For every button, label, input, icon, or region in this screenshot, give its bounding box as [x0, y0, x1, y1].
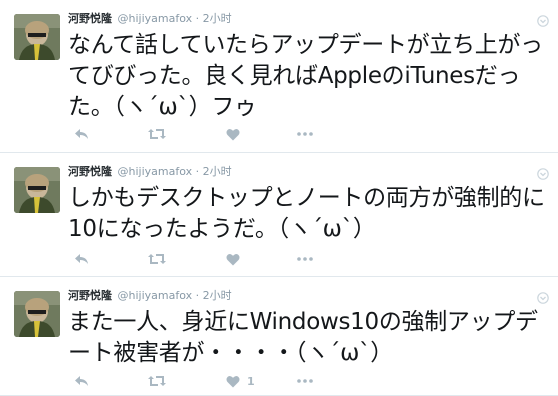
tweet-header: 河野悦隆 @hijiyamafox · 2小时 — [68, 163, 528, 181]
timestamp[interactable]: 2小时 — [203, 165, 232, 178]
retweet-button[interactable] — [147, 371, 167, 391]
retweet-icon — [147, 252, 167, 266]
username[interactable]: @hijiyamafox — [118, 165, 193, 178]
like-count: 1 — [247, 374, 255, 388]
retweet-button[interactable] — [147, 124, 167, 144]
display-name[interactable]: 河野悦隆 — [68, 12, 112, 25]
heart-icon — [226, 253, 240, 266]
timestamp[interactable]: 2小时 — [203, 289, 232, 302]
separator-dot: · — [195, 12, 200, 25]
more-button[interactable] — [297, 371, 313, 391]
tweet[interactable]: 河野悦隆 @hijiyamafox · 2小时 なんて話していたらアップデートが… — [0, 0, 558, 153]
chevron-down-icon[interactable] — [537, 165, 549, 180]
tweet[interactable]: 河野悦隆 @hijiyamafox · 2小时 また一人、身近にWindows1… — [0, 277, 558, 396]
reply-button[interactable] — [74, 371, 90, 391]
chevron-down-icon[interactable] — [537, 12, 549, 27]
display-name[interactable]: 河野悦隆 — [68, 165, 112, 178]
tweet-actions — [68, 124, 368, 144]
tweet-header: 河野悦隆 @hijiyamafox · 2小时 — [68, 10, 528, 28]
tweet-text: また一人、身近にWindows10の強制アップデート被害者が・・・・（ヽ´ω`） — [68, 309, 538, 366]
tweet-text: なんて話していたらアップデートが立ち上がってびびった。良く見ればAppleのiT… — [68, 32, 543, 120]
display-name[interactable]: 河野悦隆 — [68, 289, 112, 302]
tweet-actions — [68, 249, 368, 269]
username[interactable]: @hijiyamafox — [118, 289, 193, 302]
more-dots-icon — [297, 379, 313, 383]
retweet-icon — [147, 127, 167, 141]
avatar[interactable] — [14, 291, 60, 337]
avatar[interactable] — [14, 14, 60, 60]
avatar[interactable] — [14, 167, 60, 213]
separator-dot: · — [195, 165, 200, 178]
timestamp[interactable]: 2小时 — [203, 12, 232, 25]
separator-dot: · — [195, 289, 200, 302]
chevron-down-icon[interactable] — [537, 289, 549, 304]
timeline: 河野悦隆 @hijiyamafox · 2小时 なんて話していたらアップデートが… — [0, 0, 558, 396]
tweet[interactable]: 河野悦隆 @hijiyamafox · 2小时 しかもデスクトップとノートの両方… — [0, 153, 558, 277]
more-dots-icon — [297, 257, 313, 261]
username[interactable]: @hijiyamafox — [118, 12, 193, 25]
tweet-header: 河野悦隆 @hijiyamafox · 2小时 — [68, 287, 528, 305]
reply-button[interactable] — [74, 249, 90, 269]
like-button[interactable] — [226, 249, 247, 269]
heart-icon — [226, 375, 240, 388]
tweet-text: しかもデスクトップとノートの両方が強制的に10になったようだ。（ヽ´ω`） — [68, 185, 545, 242]
reply-icon — [74, 374, 90, 388]
reply-button[interactable] — [74, 124, 90, 144]
reply-icon — [74, 127, 90, 141]
more-button[interactable] — [297, 249, 313, 269]
retweet-icon — [147, 374, 167, 388]
like-button[interactable] — [226, 124, 247, 144]
more-button[interactable] — [297, 124, 313, 144]
more-dots-icon — [297, 132, 313, 136]
tweet-actions: 1 — [68, 371, 368, 391]
heart-icon — [226, 128, 240, 141]
retweet-button[interactable] — [147, 249, 167, 269]
reply-icon — [74, 252, 90, 266]
like-button[interactable]: 1 — [226, 371, 255, 391]
